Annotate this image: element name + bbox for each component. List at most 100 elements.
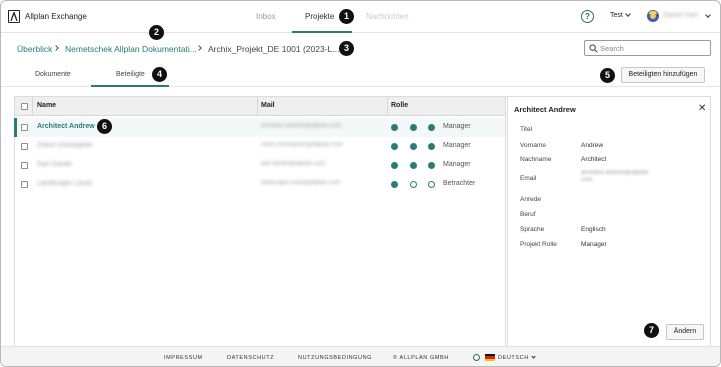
footer-copyright: © ALLPLAN GMBH: [393, 355, 449, 361]
role-dot-icon: [391, 181, 398, 188]
footer: IMPRESSUM DATENSCHUTZ NUTZUNGSBEDINGUNG …: [1, 346, 720, 366]
language-label: DEUTSCH: [498, 355, 529, 361]
annotation-badge-4: 4: [152, 67, 167, 82]
participant-name[interactable]: Dan Daniel: [37, 161, 72, 168]
detail-label-beruf: Beruf: [520, 211, 536, 218]
close-icon[interactable]: ✕: [698, 103, 706, 114]
participant-mail: dan.daniel@allplan.com: [261, 161, 326, 167]
detail-label-anrede: Anrede: [520, 196, 541, 203]
participants-table: Name Mail Rolle Architect Andrew archite…: [14, 96, 506, 346]
role-dot-icon: [410, 143, 417, 150]
column-header-rolle[interactable]: Rolle: [391, 102, 408, 109]
role-dot-empty-icon: [428, 181, 435, 188]
table-header: Name Mail Rolle: [15, 97, 505, 116]
role-dot-icon: [428, 162, 435, 169]
detail-title: Architect Andrew: [514, 105, 576, 114]
allplan-logo-icon: [8, 10, 20, 23]
footer-link-impressum[interactable]: IMPRESSUM: [164, 355, 203, 361]
detail-label-vorname: Vorname: [520, 142, 547, 149]
detail-value-projekt-rolle: Manager: [581, 241, 607, 248]
participant-name[interactable]: Client Christopher: [37, 142, 93, 149]
app-title: Allplan Exchange: [25, 12, 87, 21]
breadcrumb-folder[interactable]: Nemetschek Allplan Dokumentati...: [65, 44, 197, 54]
breadcrumb-project: Archix_Projekt_DE 1001 (2023-L...: [208, 44, 340, 54]
add-participant-button[interactable]: Beteiligten hinzufügen: [621, 67, 705, 83]
role-dot-icon: [391, 143, 398, 150]
role-dot-icon: [391, 162, 398, 169]
role-dot-icon: [428, 143, 435, 150]
annotation-badge-5: 5: [600, 68, 615, 83]
footer-link-datenschutz[interactable]: DATENSCHUTZ: [227, 355, 274, 361]
detail-value-sprache: Englisch: [581, 226, 606, 233]
table-row[interactable]: Landscape Lucas landscape.lucas@allplan.…: [15, 175, 505, 194]
help-icon[interactable]: ?: [581, 10, 594, 23]
edit-button[interactable]: Ändern: [666, 324, 704, 340]
annotation-badge-7: 7: [644, 323, 659, 338]
participant-mail: client.christopher@allplan.com: [261, 142, 343, 148]
tab-beteiligte[interactable]: Beteiligte: [116, 71, 145, 78]
breadcrumb-separator-icon: [53, 45, 59, 51]
language-select[interactable]: DEUTSCH: [498, 354, 536, 361]
nav-tab-projekte[interactable]: Projekte: [305, 12, 334, 21]
table-row[interactable]: Dan Daniel dan.daniel@allplan.com Manage…: [15, 156, 505, 175]
participant-mail: landscape.lucas@allplan.com: [261, 180, 341, 186]
workspace-select[interactable]: Test: [610, 11, 631, 19]
search-input[interactable]: Search: [584, 40, 711, 56]
role-dot-icon: [391, 124, 398, 131]
chevron-down-icon: [531, 354, 536, 359]
detail-label-projekt-rolle: Projekt Rolle: [520, 241, 557, 248]
participant-role: Betrachter: [443, 180, 476, 187]
participant-name[interactable]: Architect Andrew: [37, 123, 95, 130]
annotation-badge-1: 1: [339, 9, 354, 24]
participant-role: Manager: [443, 142, 471, 149]
detail-label-sprache: Sprache: [520, 226, 545, 233]
participant-detail-panel: Architect Andrew ✕ Titel Vorname Andrew …: [507, 96, 711, 346]
search-icon: [589, 44, 598, 53]
search-placeholder: Search: [600, 44, 624, 53]
top-bar: Allplan Exchange Inbox Projekte Nachrich…: [1, 1, 720, 33]
breadcrumb-overview[interactable]: Überblick: [17, 44, 52, 54]
participant-role: Manager: [443, 161, 471, 168]
detail-label-titel: Titel: [520, 126, 533, 133]
detail-label-nachname: Nachname: [520, 156, 552, 163]
role-dot-empty-icon: [410, 181, 417, 188]
detail-value-vorname: Andrew: [581, 142, 604, 149]
tab-dokumente[interactable]: Dokumente: [35, 71, 71, 78]
german-flag-icon[interactable]: [485, 354, 495, 361]
chevron-down-icon: [625, 11, 631, 17]
detail-label-email: Email: [520, 175, 537, 182]
annotation-badge-6: 6: [97, 119, 112, 134]
role-dot-icon: [428, 124, 435, 131]
detail-value-nachname: Architect: [581, 156, 607, 163]
footer-link-nutzungsbedingung[interactable]: NUTZUNGSBEDINGUNG: [298, 355, 372, 361]
user-name[interactable]: Daniel Hart: [663, 12, 698, 19]
tab-active-indicator: [91, 85, 169, 87]
nav-tab-nachrichten[interactable]: Nachrichten: [366, 12, 409, 21]
selected-row-indicator: [14, 118, 17, 137]
workspace-label: Test: [610, 12, 623, 19]
globe-icon: [473, 354, 480, 361]
select-all-checkbox[interactable]: [21, 103, 28, 110]
table-row[interactable]: Client Christopher client.christopher@al…: [15, 137, 505, 156]
avatar[interactable]: [647, 10, 659, 22]
annotation-badge-3: 3: [339, 41, 354, 56]
annotation-badge-2: 2: [149, 25, 164, 40]
column-header-mail[interactable]: Mail: [261, 102, 275, 109]
row-checkbox[interactable]: [21, 162, 28, 169]
row-checkbox[interactable]: [21, 143, 28, 150]
participant-name[interactable]: Landscape Lucas: [37, 180, 92, 187]
participant-role: Manager: [443, 123, 471, 130]
table-row[interactable]: Architect Andrew architect.andrew@allpla…: [14, 118, 505, 137]
app-window: Allplan Exchange Inbox Projekte Nachrich…: [0, 0, 721, 367]
detail-value-email: architect.andrew@allplan.com: [581, 170, 651, 183]
nav-tab-inbox[interactable]: Inbox: [256, 12, 276, 21]
role-dot-icon: [410, 124, 417, 131]
breadcrumb-separator-icon: [196, 45, 202, 51]
user-menu-chevron-icon[interactable]: [705, 12, 711, 18]
nav-active-indicator: [292, 31, 352, 33]
role-dot-icon: [410, 162, 417, 169]
participant-mail: architect.andrew@allplan.com: [261, 123, 342, 129]
row-checkbox[interactable]: [21, 181, 28, 188]
row-checkbox[interactable]: [21, 124, 28, 131]
column-header-name[interactable]: Name: [37, 102, 56, 109]
